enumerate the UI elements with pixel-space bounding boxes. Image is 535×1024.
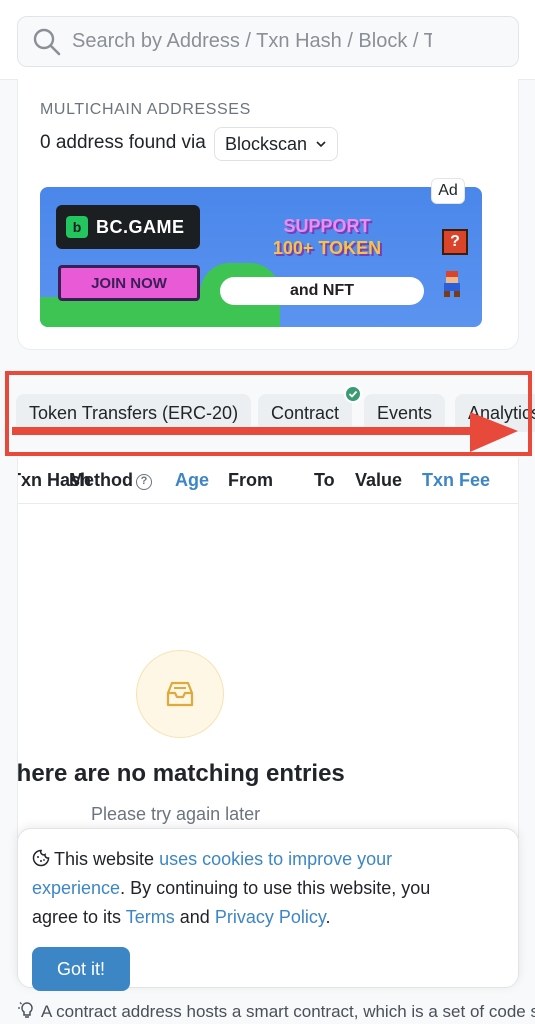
column-header-method-label: Method [69, 470, 133, 490]
search-input[interactable] [72, 30, 432, 53]
top-bar [0, 0, 535, 80]
column-header-age[interactable]: Age [175, 470, 209, 491]
ad-join-now: JOIN NOW [58, 265, 200, 301]
bc-game-brand: BC.GAME [96, 216, 185, 237]
tab-contract[interactable]: Contract [258, 394, 353, 432]
column-header-to: To [314, 470, 335, 490]
column-header-value: Value [355, 470, 403, 490]
multichain-found-text: 0 address found via [40, 132, 206, 153]
question-block-icon: ? [442, 229, 468, 255]
transactions-table: Txn Hash Method? Age From To Value Txn F… [17, 458, 519, 838]
ad-pixel-ground [40, 297, 220, 327]
tab-label: Contract [271, 402, 340, 423]
empty-state-subtitle: Please try again later [91, 804, 261, 824]
empty-state-title: There are no matching entries [17, 760, 345, 787]
column-header-from: From [228, 470, 273, 490]
got-it-button[interactable]: Got it! [32, 947, 130, 991]
footnote-text: A contract address hosts a smart contrac… [41, 1002, 535, 1021]
column-header-txn-fee[interactable]: Txn Fee [422, 470, 490, 491]
bc-game-mark-icon: b [66, 216, 88, 238]
table-header: Txn Hash Method? Age From To Value Txn F… [18, 458, 518, 504]
blockscan-select[interactable]: Blockscan [214, 127, 339, 161]
cookie-icon [32, 849, 50, 867]
cookie-and: and [179, 907, 210, 927]
multichain-card: MULTICHAIN ADDRESSES 0 address found via… [17, 79, 519, 350]
tab-analytics[interactable]: Analytics [455, 394, 535, 432]
cookie-banner: This website uses cookies to improve you… [17, 828, 519, 991]
inbox-icon [166, 681, 194, 707]
tab-label: Analytics [468, 402, 535, 423]
ad-nft-pill: and NFT [220, 277, 424, 305]
search-bar[interactable] [17, 16, 519, 67]
tab-token-transfers[interactable]: Token Transfers (ERC-20) [16, 394, 252, 432]
ad-banner[interactable]: b BC.GAME JOIN NOW SUPPORT 100+ TOKEN an… [40, 187, 482, 327]
pixel-character-icon [444, 271, 460, 297]
privacy-policy-link[interactable]: Privacy Policy [215, 907, 326, 927]
bc-game-logo: b BC.GAME [56, 205, 200, 249]
cookie-message: This website uses cookies to improve you… [32, 845, 472, 932]
help-icon[interactable]: ? [135, 474, 152, 490]
blockscan-select-value: Blockscan [225, 133, 308, 154]
ad-support-text: SUPPORT 100+ TOKEN [262, 215, 392, 259]
empty-state-illustration [136, 650, 224, 738]
ad-support-line2: 100+ TOKEN [272, 238, 382, 258]
tabs-row: Token Transfers (ERC-20) Contract Events… [0, 370, 535, 456]
verified-check-icon [344, 385, 362, 403]
tab-label: Events [377, 402, 433, 423]
cookie-suffix: . [325, 907, 331, 927]
tab-label: Token Transfers (ERC-20) [29, 402, 239, 423]
terms-link[interactable]: Terms [126, 907, 175, 927]
multichain-label: MULTICHAIN ADDRESSES [40, 101, 251, 118]
ad-support-line1: SUPPORT [283, 216, 371, 236]
column-header-method[interactable]: Method? [69, 470, 152, 491]
cookie-prefix: This website [54, 849, 155, 869]
ad-badge: Ad [431, 178, 465, 204]
search-icon [33, 28, 61, 55]
chevron-down-icon [316, 141, 326, 148]
lightbulb-icon [18, 1002, 33, 1018]
contract-footnote: A contract address hosts a smart contrac… [17, 1000, 535, 1024]
tab-events[interactable]: Events [364, 394, 446, 432]
